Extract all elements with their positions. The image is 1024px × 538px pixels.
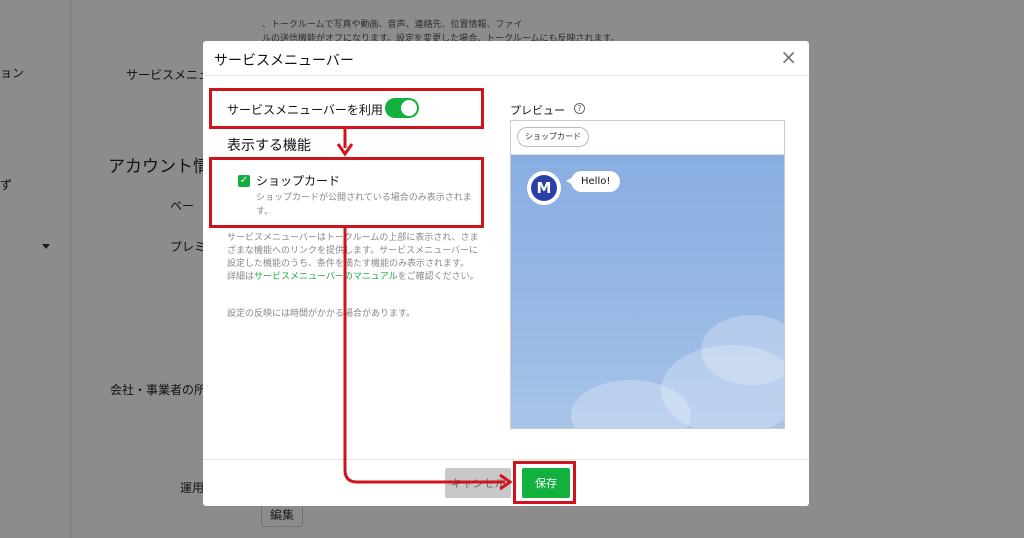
avatar-letter: M xyxy=(531,175,557,201)
help-icon[interactable]: ? xyxy=(574,103,585,114)
highlight-save-box xyxy=(513,461,576,504)
preview-label: プレビュー xyxy=(510,104,565,117)
preview-frame: ショップカード M Hello! xyxy=(510,120,785,429)
features-title: 表示する機能 xyxy=(227,138,311,154)
highlight-toggle-box xyxy=(209,88,484,129)
reflection-note: 設定の反映には時間がかかる場合があります。 xyxy=(227,309,416,319)
dialog-header: サービスメニューバー × xyxy=(203,41,809,76)
preview-menu-bar: ショップカード xyxy=(511,121,784,155)
chat-bubble: Hello! xyxy=(566,171,621,192)
dialog-footer: キャンセル 保存 xyxy=(203,459,809,506)
help-text: サービスメニューバーはトークルームの上部に表示され、さまざまな機能へのリンクを提… xyxy=(227,232,482,284)
cancel-button[interactable]: キャンセル xyxy=(445,468,511,498)
bubble-tail xyxy=(566,177,573,185)
close-icon[interactable]: × xyxy=(780,47,797,67)
avatar: M xyxy=(527,171,561,205)
manual-link[interactable]: サービスメニューバーのマニュアル xyxy=(254,272,398,282)
preview-chat-area: M Hello! xyxy=(511,155,784,428)
preview-shop-card-chip: ショップカード xyxy=(517,127,589,147)
manual-line: 詳細はサービスメニューバーのマニュアルをご確認ください。 xyxy=(227,272,479,282)
highlight-checkbox-box xyxy=(209,157,484,228)
dialog-title: サービスメニューバー xyxy=(214,53,354,69)
bubble-text: Hello! xyxy=(581,176,611,187)
